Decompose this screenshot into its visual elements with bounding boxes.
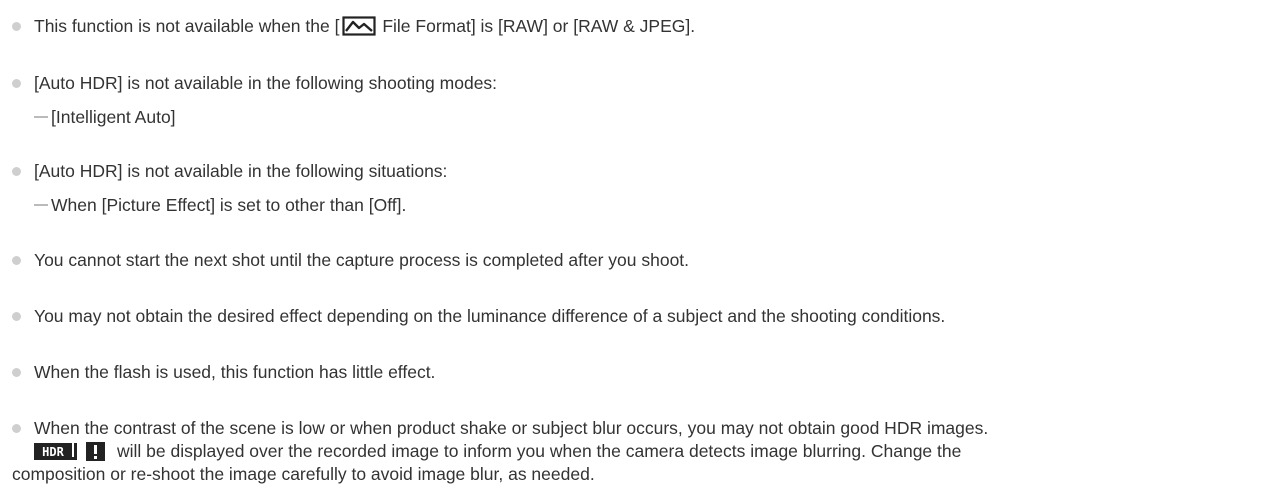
bullet-icon — [12, 368, 21, 377]
note-text-post: File Format] is [RAW] or [RAW & JPEG]. — [377, 16, 696, 36]
note-text-line-1: When the contrast of the scene is low or… — [34, 418, 989, 438]
note-text-line-3: composition or re-shoot the image carefu… — [12, 464, 595, 484]
note-sub-item: When [Picture Effect] is set to other th… — [34, 194, 406, 216]
note-text: When the flash is used, this function ha… — [34, 362, 436, 382]
warning-icon — [86, 442, 105, 461]
note-sub-text: [Intelligent Auto] — [51, 107, 176, 127]
note-text: [Auto HDR] is not available in the follo… — [34, 161, 448, 181]
bullet-icon — [12, 79, 21, 88]
bullet-icon — [12, 256, 21, 265]
note-text-pre: This function is not available when the … — [34, 16, 340, 36]
bullet-icon — [12, 22, 21, 31]
note-sub-item: [Intelligent Auto] — [34, 106, 176, 128]
picture-file-format-icon — [342, 16, 377, 36]
note-text: You may not obtain the desired effect de… — [34, 306, 946, 326]
notes-list: This function is not available when the … — [0, 0, 1280, 501]
note-sub-text: When [Picture Effect] is set to other th… — [51, 195, 407, 215]
svg-text:HDR: HDR — [42, 445, 64, 459]
note-text: You cannot start the next shot until the… — [34, 250, 690, 270]
note-text-line-2-body: will be displayed over the recorded imag… — [117, 441, 962, 461]
bullet-icon — [12, 167, 21, 176]
note-text: [Auto HDR] is not available in the follo… — [34, 73, 498, 93]
dash-icon — [34, 116, 48, 119]
bullet-icon — [12, 424, 21, 433]
note-text: This function is not available when the … — [34, 15, 695, 37]
dash-icon — [34, 204, 48, 207]
bullet-icon — [12, 312, 21, 321]
